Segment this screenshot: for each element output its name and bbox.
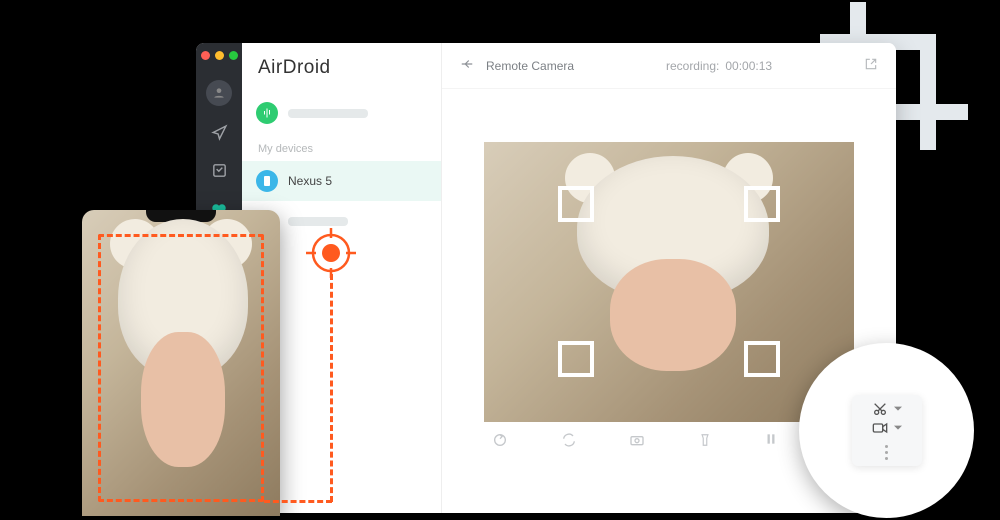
- snip-button[interactable]: [872, 401, 902, 417]
- flashlight-icon[interactable]: [698, 432, 712, 451]
- minimize-icon[interactable]: [215, 51, 224, 60]
- tool-menu: [852, 395, 922, 466]
- device-name-placeholder: [288, 217, 348, 226]
- camera-icon[interactable]: [629, 432, 645, 451]
- cactus-icon: [256, 102, 278, 124]
- back-icon[interactable]: [460, 57, 474, 74]
- popout-icon[interactable]: [864, 57, 878, 74]
- connector-line: [264, 500, 332, 503]
- phone-icon: [256, 170, 278, 192]
- close-icon[interactable]: [201, 51, 210, 60]
- rotate-icon[interactable]: [492, 432, 508, 451]
- send-icon[interactable]: [207, 120, 231, 144]
- section-label: My devices: [242, 133, 441, 161]
- connector-line: [330, 274, 333, 502]
- focus-frame: [558, 186, 780, 376]
- files-icon[interactable]: [207, 158, 231, 182]
- phone-mock: [82, 210, 280, 516]
- app-window: AirDroid My devices Nexus 5 Remo: [196, 43, 896, 513]
- more-icon[interactable]: [885, 445, 888, 460]
- switch-camera-icon[interactable]: [561, 432, 577, 451]
- recording-status: recording: 00:00:13: [666, 59, 772, 73]
- device-row[interactable]: Nexus 5: [242, 161, 441, 201]
- device-name: Nexus 5: [288, 174, 332, 188]
- camera-feed[interactable]: [484, 142, 854, 422]
- device-name-placeholder: [288, 109, 368, 118]
- pause-icon[interactable]: [764, 432, 778, 451]
- page-title: Remote Camera: [486, 59, 574, 73]
- record-button[interactable]: [872, 421, 902, 435]
- maximize-icon[interactable]: [229, 51, 238, 60]
- zoom-callout: [799, 343, 974, 518]
- avatar[interactable]: [206, 80, 232, 106]
- brand-label: AirDroid: [242, 53, 441, 93]
- window-controls[interactable]: [201, 51, 238, 60]
- main-header: Remote Camera recording: 00:00:13: [442, 43, 896, 89]
- device-row[interactable]: [242, 93, 441, 133]
